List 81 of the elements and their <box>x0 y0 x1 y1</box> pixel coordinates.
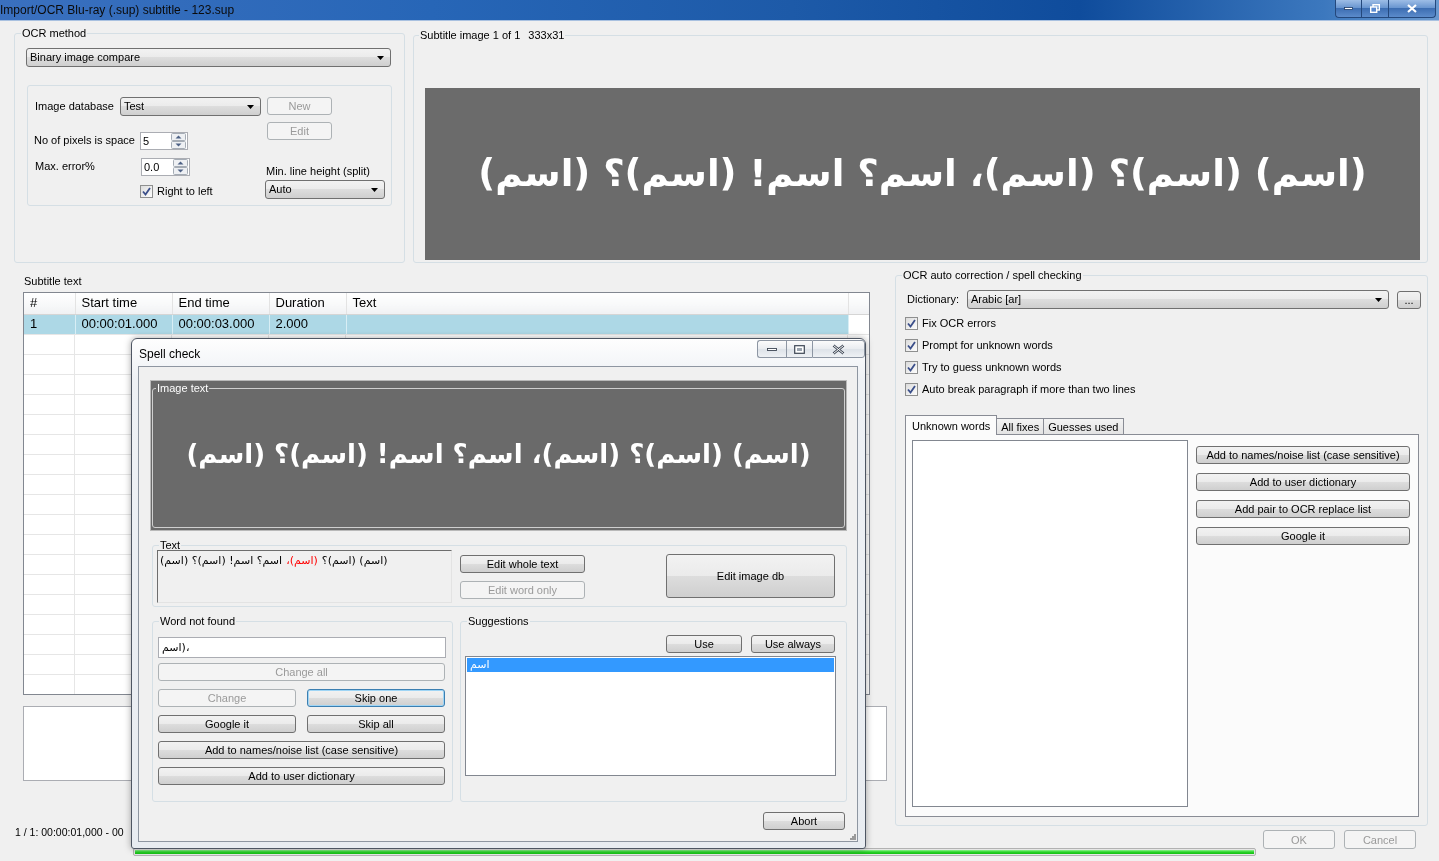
minimize-button[interactable] <box>1335 0 1361 18</box>
bitmap-text: (اسم) (اسم)؟ (اسم)، اسم؟ اسم! (اسم)؟ (اسم) <box>186 438 811 472</box>
checkbox-label: Right to left <box>157 185 213 198</box>
close-button[interactable] <box>1388 0 1436 18</box>
group-title: Subtitle image 1 of 1 <box>420 29 521 42</box>
group-title: Word not found <box>159 615 236 628</box>
more-button[interactable]: ... <box>1397 290 1421 309</box>
group-title: Suggestions <box>467 615 530 628</box>
checkbox-label: Try to guess unknown words <box>922 361 1062 374</box>
caret-icon <box>1375 297 1382 302</box>
use-button[interactable]: Use <box>666 635 742 653</box>
google-button[interactable]: Google it <box>1196 527 1410 545</box>
minimize-button[interactable] <box>757 340 786 358</box>
caret-icon <box>377 55 384 60</box>
add-names-button[interactable]: Add to names/noise list (case sensitive) <box>158 741 445 759</box>
tab[interactable]: All fixes <box>996 418 1045 434</box>
group-title: Subtitle text <box>24 275 82 287</box>
close-icon <box>1407 4 1417 13</box>
close-icon <box>832 343 845 355</box>
checkbox[interactable] <box>905 383 918 396</box>
number-field[interactable]: 5 <box>140 132 188 150</box>
image-size-label: 333x31 <box>528 29 565 42</box>
minimize-icon <box>1344 7 1353 10</box>
spin-down-icon[interactable] <box>173 167 188 175</box>
use-always-button[interactable]: Use always <box>751 635 835 653</box>
field-label: Min. line height (split) <box>266 165 370 177</box>
checkbox-label: Prompt for unknown words <box>922 339 1053 352</box>
dialog-title: Spell check <box>139 347 201 361</box>
checkbox[interactable] <box>905 361 918 374</box>
caret-icon <box>247 104 254 109</box>
restore-icon <box>1370 4 1380 13</box>
spin-up-icon[interactable] <box>173 159 188 167</box>
table-cell: 1 <box>24 314 75 334</box>
add-names-button[interactable]: Add to names/noise list (case sensitive) <box>1196 446 1410 464</box>
group-title: Image text <box>156 382 210 395</box>
field-label: Dictionary: <box>907 292 960 307</box>
spin-down-icon[interactable] <box>171 141 186 149</box>
edit-text-button[interactable]: Edit whole text <box>460 555 585 573</box>
restore-button[interactable] <box>1361 0 1388 18</box>
field-label: Max. error% <box>34 160 96 174</box>
checkbox[interactable] <box>905 339 918 352</box>
add-dictionary-button[interactable]: Add to user dictionary <box>1196 473 1410 491</box>
google-button[interactable]: Google it <box>158 715 296 733</box>
dropdown[interactable]: Auto <box>265 180 385 199</box>
checkbox-label: Auto break paragraph if more than two lines <box>922 383 1136 396</box>
word-field[interactable]: اسم)، <box>158 637 446 658</box>
group-title: OCR auto correction / spell checking <box>902 269 1083 282</box>
field-label: Image database <box>34 99 115 114</box>
dropdown[interactable]: Binary image compare <box>26 48 391 67</box>
dropdown[interactable]: Test <box>120 97 261 116</box>
maximize-icon <box>794 344 805 354</box>
checkbox[interactable] <box>140 185 153 198</box>
bitmap-text: (اسم) (اسم)؟ (اسم)، اسم؟ اسم! (اسم)؟ (اسم) <box>478 150 1367 197</box>
abort-button[interactable]: Abort <box>763 812 845 830</box>
edit-image-db-button[interactable]: Edit image db <box>666 554 835 598</box>
column-header[interactable]: # <box>24 293 75 314</box>
column-header[interactable]: End time <box>172 293 269 314</box>
status-text: 1 / 1: 00:00:01,000 - 00 <box>15 826 124 838</box>
column-header[interactable]: Duration <box>269 293 346 314</box>
add-dictionary-button[interactable]: Add to user dictionary <box>158 767 445 785</box>
number-field[interactable]: 0.0 <box>141 158 190 176</box>
field-label: No of pixels is space <box>34 134 136 148</box>
group-title: Text <box>159 539 182 552</box>
dropdown[interactable]: Arabic [ar] <box>967 290 1389 309</box>
checkbox[interactable] <box>905 317 918 330</box>
caret-icon <box>371 187 378 192</box>
resize-grip-icon[interactable] <box>850 834 856 840</box>
close-button[interactable] <box>812 340 865 358</box>
checkbox-label: Fix OCR errors <box>922 317 996 330</box>
tab[interactable]: Guesses used <box>1043 418 1124 434</box>
window-title: Import/OCR Blu-ray (.sup) subtitle - 123.sup <box>0 2 235 19</box>
column-header[interactable]: Text <box>346 293 848 314</box>
skip-all-button[interactable]: Skip all <box>307 715 445 733</box>
minimize-icon <box>767 347 777 351</box>
skip-one-button[interactable]: Skip one <box>307 689 445 707</box>
maximize-button[interactable] <box>786 340 812 358</box>
tab[interactable]: Unknown words <box>905 415 998 435</box>
column-header[interactable]: Start time <box>75 293 172 314</box>
group-title: OCR method <box>21 27 88 40</box>
add-pair-button[interactable]: Add pair to OCR replace list <box>1196 500 1410 518</box>
spin-up-icon[interactable] <box>171 133 186 141</box>
